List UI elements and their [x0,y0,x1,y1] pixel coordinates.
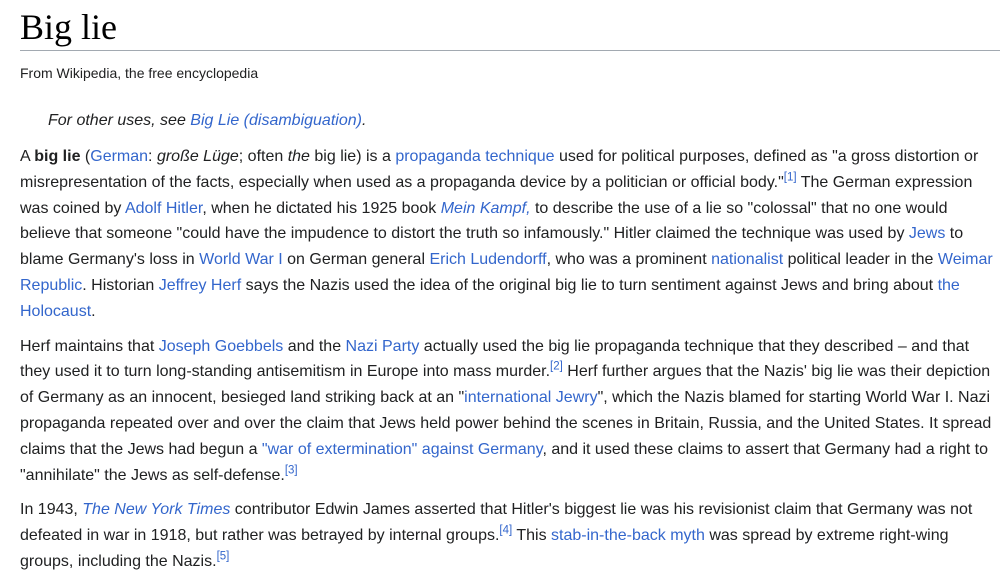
citation: [5] [217,551,230,563]
text-run: This [512,527,552,545]
citation: [3] [285,464,298,476]
citation-link[interactable]: [3] [285,464,298,476]
text-run: . [91,302,96,320]
article-link[interactable]: international Jewry [464,389,597,406]
article-link[interactable]: World War I [199,251,283,268]
article-link[interactable]: nationalist [711,251,783,268]
article-link[interactable]: stab-in-the-back myth [551,527,705,544]
article-link[interactable]: German [90,148,148,165]
article-body: A big lie (German: große Lüge; often the… [20,144,995,582]
text-run: ( [80,148,91,165]
hatnote-prefix: For other uses, see [48,112,191,129]
title-divider [20,50,1000,51]
text-run: , who was a prominent [546,251,712,269]
text-run: . Historian [82,276,159,294]
article-link[interactable]: Nazi Party [346,338,420,355]
citation-link[interactable]: [1] [784,171,797,184]
text-run: big lie) is a [309,148,396,165]
text-run: : [148,148,157,165]
paragraph-3: In 1943, The New York Times contributor … [20,497,995,574]
citation: [1] [784,171,797,184]
article-link[interactable]: The New York Times [82,501,230,518]
article-link[interactable]: propaganda technique [395,148,554,165]
disambiguation-link[interactable]: Big Lie (disambiguation) [190,112,362,129]
text-run: on German general [282,251,430,269]
citation: [2] [550,361,563,373]
article-link[interactable]: Joseph Goebbels [159,338,284,355]
citation-link[interactable]: [4] [499,525,512,537]
hatnote-suffix: . [361,112,367,129]
text-run: says the Nazis used the idea of the orig… [241,276,938,294]
article-link[interactable]: Jeffrey Herf [159,277,241,294]
text-run: A [20,148,35,165]
article-link[interactable]: Adolf Hitler [125,200,202,217]
citation-link[interactable]: [2] [550,361,563,373]
article-link[interactable]: "war of extermination" against Germany [262,441,543,458]
text-run: Herf maintains that [20,337,159,355]
text-run: große Lüge [156,148,239,165]
citation: [4] [499,525,512,537]
text-run: ; often [238,148,288,165]
site-tagline: From Wikipedia, the free encyclopedia [20,65,259,81]
article-link[interactable]: Jews [909,225,945,242]
citation-link[interactable]: [5] [217,551,230,563]
text-run: political leader in the [783,251,938,269]
article-link[interactable]: Mein Kampf, [441,200,531,217]
text-run: and the [283,337,346,355]
paragraph-2: Herf maintains that Joseph Goebbels and … [20,334,995,489]
text-run: big lie [34,148,81,165]
page-title: Big lie [20,7,117,47]
article-link[interactable]: Erich Ludendorff [429,251,546,268]
text-run: , when he dictated his 1925 book [202,199,441,217]
paragraph-1: A big lie (German: große Lüge; often the… [20,144,995,325]
text-run: the [287,148,310,165]
hatnote: For other uses, see Big Lie (disambiguat… [48,109,366,133]
text-run: In 1943, [20,501,83,519]
